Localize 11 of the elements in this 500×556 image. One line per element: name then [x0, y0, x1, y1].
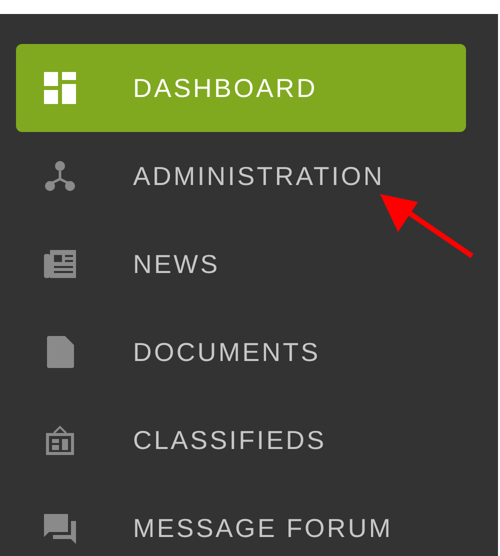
sidebar-item[interactable]: DOCUMENTS: [16, 308, 466, 396]
newspaper-icon: [44, 248, 76, 280]
dashboard-icon: [44, 72, 76, 104]
sidebar-item[interactable]: ADMINISTRATION: [16, 132, 466, 220]
bulletin-board-icon: [44, 424, 76, 456]
people-network-icon: [44, 160, 76, 192]
document-icon: [44, 336, 76, 368]
chat-icon: [44, 512, 76, 544]
sidebar-item[interactable]: MESSAGE FORUM: [16, 484, 466, 556]
sidebar-item[interactable]: CLASSIFIEDS: [16, 396, 466, 484]
sidebar-item[interactable]: NEWS: [16, 220, 466, 308]
